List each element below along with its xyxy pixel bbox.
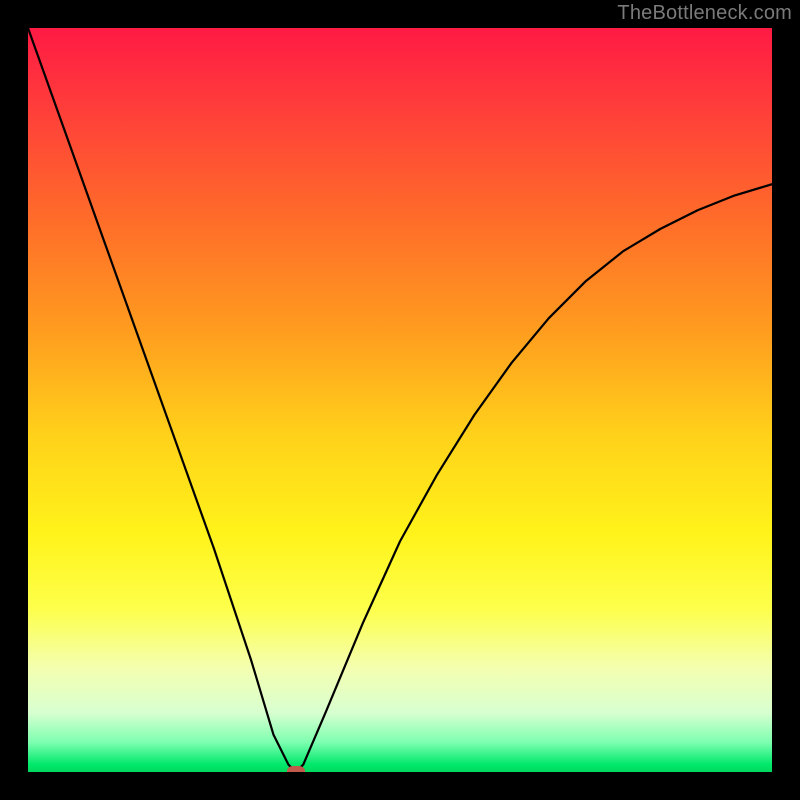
watermark-text: TheBottleneck.com: [617, 2, 792, 25]
plot-area: [28, 28, 772, 772]
chart-frame: TheBottleneck.com: [0, 0, 800, 800]
optimal-marker: [287, 766, 305, 772]
bottleneck-curve: [28, 28, 772, 772]
